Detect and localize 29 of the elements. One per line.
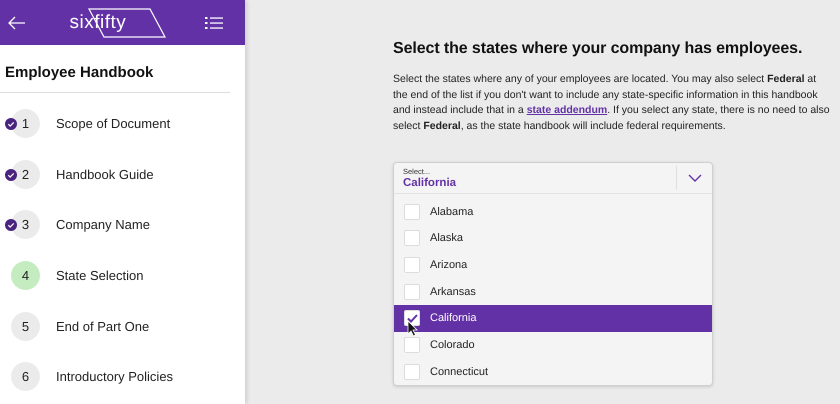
state-addendum-link[interactable]: state addendum <box>526 104 608 116</box>
state-option[interactable]: Alaska <box>394 225 712 252</box>
step-item[interactable]: 3 Company Name <box>0 199 245 250</box>
state-option[interactable]: Alabama <box>394 198 712 226</box>
step-item[interactable]: 5 End of Part One <box>0 300 245 352</box>
step-item[interactable]: 1 Scope of Document <box>0 98 245 149</box>
back-arrow-icon[interactable] <box>6 14 28 32</box>
handbook-title: Employee Handbook <box>0 45 230 93</box>
chevron-icon[interactable] <box>688 174 702 182</box>
step-item[interactable]: 4 State Selection <box>0 250 245 301</box>
step-item[interactable]: 6 Introductory Policies <box>0 351 245 402</box>
step-number-circle: 6 <box>11 362 40 392</box>
checkbox[interactable] <box>404 204 420 220</box>
step-item[interactable]: 2 Handbook Guide <box>0 148 245 200</box>
state-option[interactable]: Arkansas <box>394 278 712 306</box>
checkbox[interactable] <box>404 257 420 274</box>
checkbox[interactable] <box>404 284 420 300</box>
step-number-circle: 4 <box>11 260 40 290</box>
checkbox[interactable] <box>404 230 420 246</box>
mouse-pointer-icon <box>407 320 418 338</box>
select-value: California <box>403 177 458 190</box>
page-heading: Select the states where your company has employees. <box>393 40 804 58</box>
checkbox[interactable] <box>404 364 420 380</box>
state-option[interactable]: Connecticut <box>394 358 712 386</box>
state-option[interactable]: Colorado <box>394 332 712 358</box>
intro-paragraph: Select the states where any of your employees are located. You may also select Federal at the end of the list if you don't want to include any state-specific information in this handbook and instead include that in a state addendum. If you select any state, there is no need to also select Federal, as the state handbook will include federal requirements. <box>393 72 831 134</box>
step-number-circle: 5 <box>11 312 40 341</box>
state-option[interactable]: Arizona <box>394 252 712 278</box>
checkbox[interactable] <box>404 337 420 354</box>
